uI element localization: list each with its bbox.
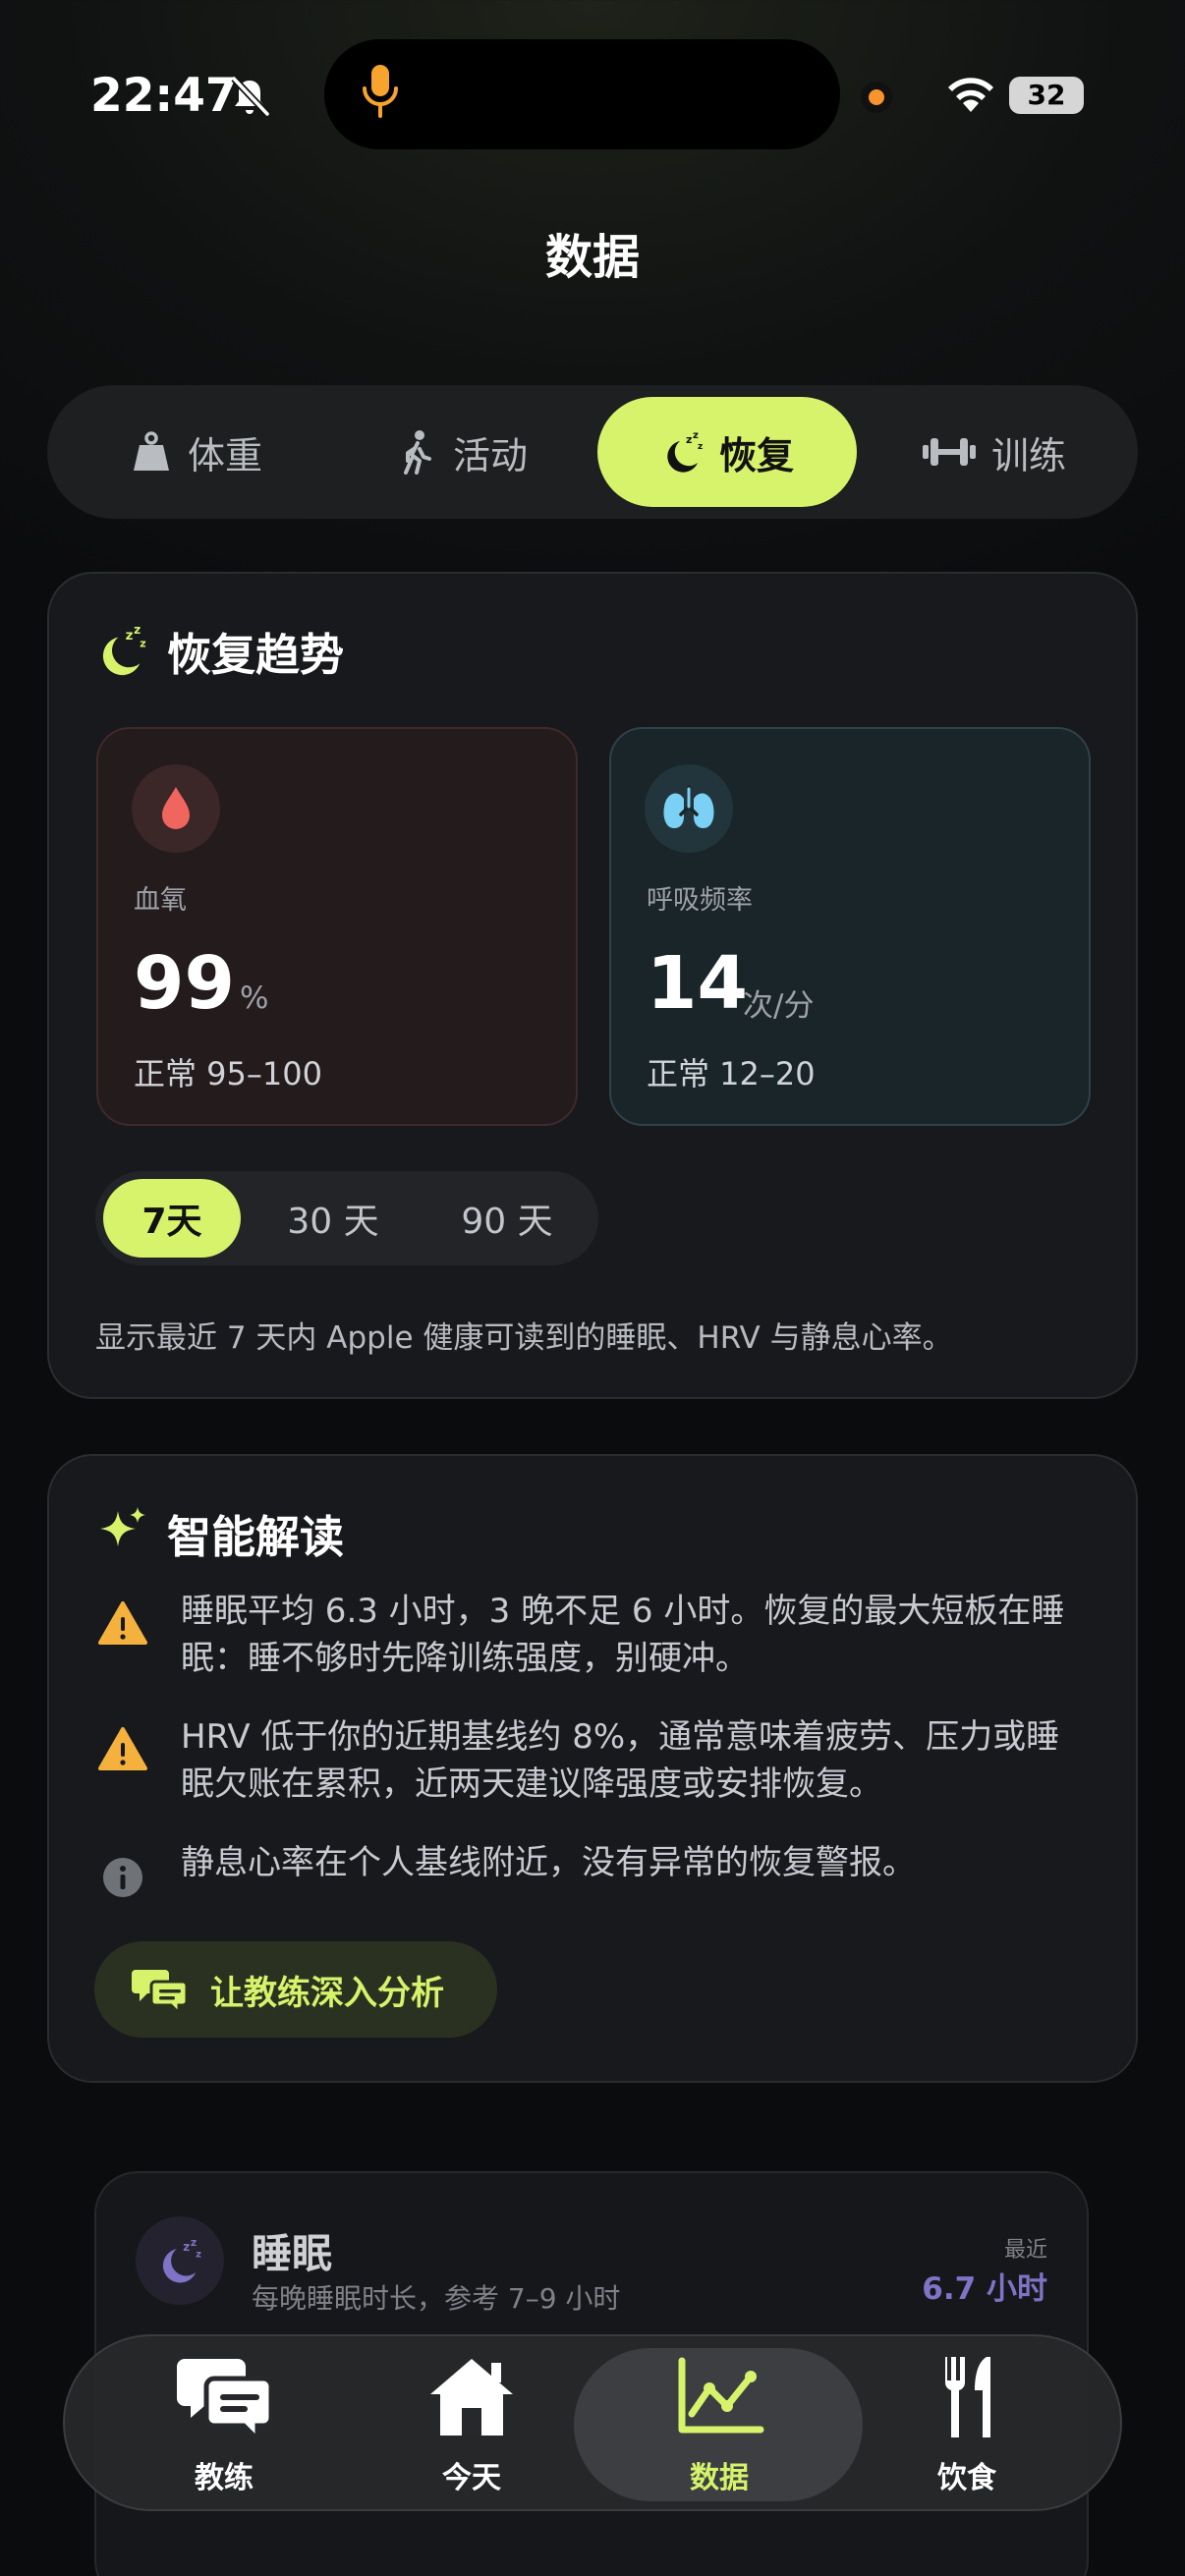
dumbbell-icon [922,438,976,466]
svg-text:z: z [698,442,703,452]
tab-label: 活动 [452,433,528,477]
blood-drop-icon [162,787,190,829]
battery-tip [1078,87,1084,103]
lungs-icon [663,785,714,828]
insight-item: 睡眠平均 6.3 小时，3 晚不足 6 小时。恢复的最大短板在睡眠：睡不够时先降… [96,1588,1079,1682]
tab-label: 体重 [187,433,262,477]
insight-item: HRV 低于你的近期基线约 8%，通常意味着疲劳、压力或睡眠欠账在累积，近两天建… [96,1713,1079,1808]
svg-text:z: z [686,433,692,446]
metric-range: 正常 12–20 [647,1055,816,1092]
sleep-subtitle: 每晚睡眠时长，参考 7–9 小时 [252,2282,621,2315]
category-tabs: 体重 活动 z z z 恢复 训练 [47,385,1138,519]
nav-label: 数据 [690,2461,749,2495]
recovery-trend-card: z z z 恢复趋势 血氧 99 % 正常 95–100 呼吸频率 14 次/分… [47,572,1138,1399]
moon-zzz-icon: z z z [667,430,703,473]
respiratory-icon-badge [645,764,733,853]
status-time: 22:47 [90,69,238,123]
ask-coach-label: 让教练深入分析 [210,1973,444,2013]
range-note: 显示最近 7 天内 Apple 健康可读到的睡眠、HRV 与静息心率。 [95,1320,953,1356]
card-title: 恢复趋势 [167,629,345,681]
camera-indicator [861,82,892,113]
metric-value: 99 [134,941,235,1026]
ask-coach-button[interactable]: 让教练深入分析 [94,1941,497,2038]
insight-item: 静息心率在个人基线附近，没有异常的恢复警报。 [96,1839,1079,1902]
chat-bubbles-icon [132,1970,189,2013]
tab-weight[interactable]: 体重 [67,397,324,507]
svg-text:z: z [196,2250,201,2261]
chat-icon [177,2359,273,2441]
walking-icon [403,430,431,475]
tab-label: 训练 [990,433,1066,477]
bell-off-icon [231,76,270,117]
sparkle-icon [100,1507,145,1546]
nav-label: 教练 [195,2461,254,2495]
spo2-metric-card[interactable]: 血氧 99 % 正常 95–100 [96,727,578,1126]
sleep-title: 睡眠 [252,2230,332,2277]
range-7-days[interactable]: 7天 [103,1179,241,1258]
respiratory-rate-card[interactable]: 呼吸频率 14 次/分 正常 12–20 [609,727,1091,1126]
metric-label: 呼吸频率 [647,885,753,916]
nav-coach[interactable]: 教练 [106,2336,342,2513]
range-90-days[interactable]: 90 天 [425,1179,589,1258]
fork-knife-icon [944,2357,990,2437]
insight-text: 静息心率在个人基线附近，没有异常的恢复警报。 [181,1843,916,1882]
tab-activity[interactable]: 活动 [332,397,590,507]
nav-label: 饮食 [937,2461,996,2495]
page-title: 数据 [544,230,640,285]
nav-label: 今天 [442,2461,501,2495]
tab-training[interactable]: 训练 [865,397,1122,507]
home-icon [430,2359,513,2436]
warning-icon [98,1727,147,1770]
moon-zzz-icon: z z z [102,623,146,676]
tab-recovery[interactable]: z z z 恢复 [597,397,857,507]
warning-icon [98,1601,147,1645]
metric-unit: 次/分 [743,988,815,1024]
svg-text:z: z [140,637,145,649]
nav-diet[interactable]: 饮食 [849,2336,1085,2513]
insight-text: HRV 低于你的近期基线约 8%，通常意味着疲劳、压力或睡眠欠账在累积，近两天建… [181,1717,1060,1804]
svg-text:z: z [693,430,699,441]
sleep-latest-label: 最近 [1003,2238,1047,2263]
info-icon [103,1858,142,1897]
weight-icon [133,431,169,471]
card-title: 智能解读 [167,1511,345,1563]
nav-today[interactable]: 今天 [354,2336,590,2513]
bottom-nav: 教练 今天 数据 饮食 [63,2334,1122,2511]
wifi-icon [948,78,993,112]
sleep-icon-badge: z z z [136,2216,224,2305]
svg-text:z: z [134,623,141,637]
metric-unit: % [240,980,269,1016]
microphone-icon [363,65,398,118]
nav-data[interactable]: 数据 [601,2336,837,2513]
range-30-days[interactable]: 30 天 [254,1179,412,1258]
time-range-selector: 7天 30 天 90 天 [95,1171,598,1265]
insight-text: 睡眠平均 6.3 小时，3 晚不足 6 小时。恢复的最大短板在睡眠：睡不够时先降… [181,1592,1065,1678]
metric-label: 血氧 [134,885,187,916]
svg-text:z: z [183,2240,190,2254]
moon-zzz-icon: z z z [162,2236,201,2283]
sleep-latest-value: 6.7 小时 [922,2271,1047,2307]
metric-value: 14 [647,941,748,1026]
spo2-icon-badge [132,764,220,853]
svg-text:z: z [191,2236,197,2249]
tab-label: 恢复 [718,433,794,477]
metric-range: 正常 95–100 [134,1055,322,1092]
battery-indicator: 32 [1009,77,1084,114]
chart-icon [678,2357,764,2434]
svg-text:z: z [126,629,134,644]
